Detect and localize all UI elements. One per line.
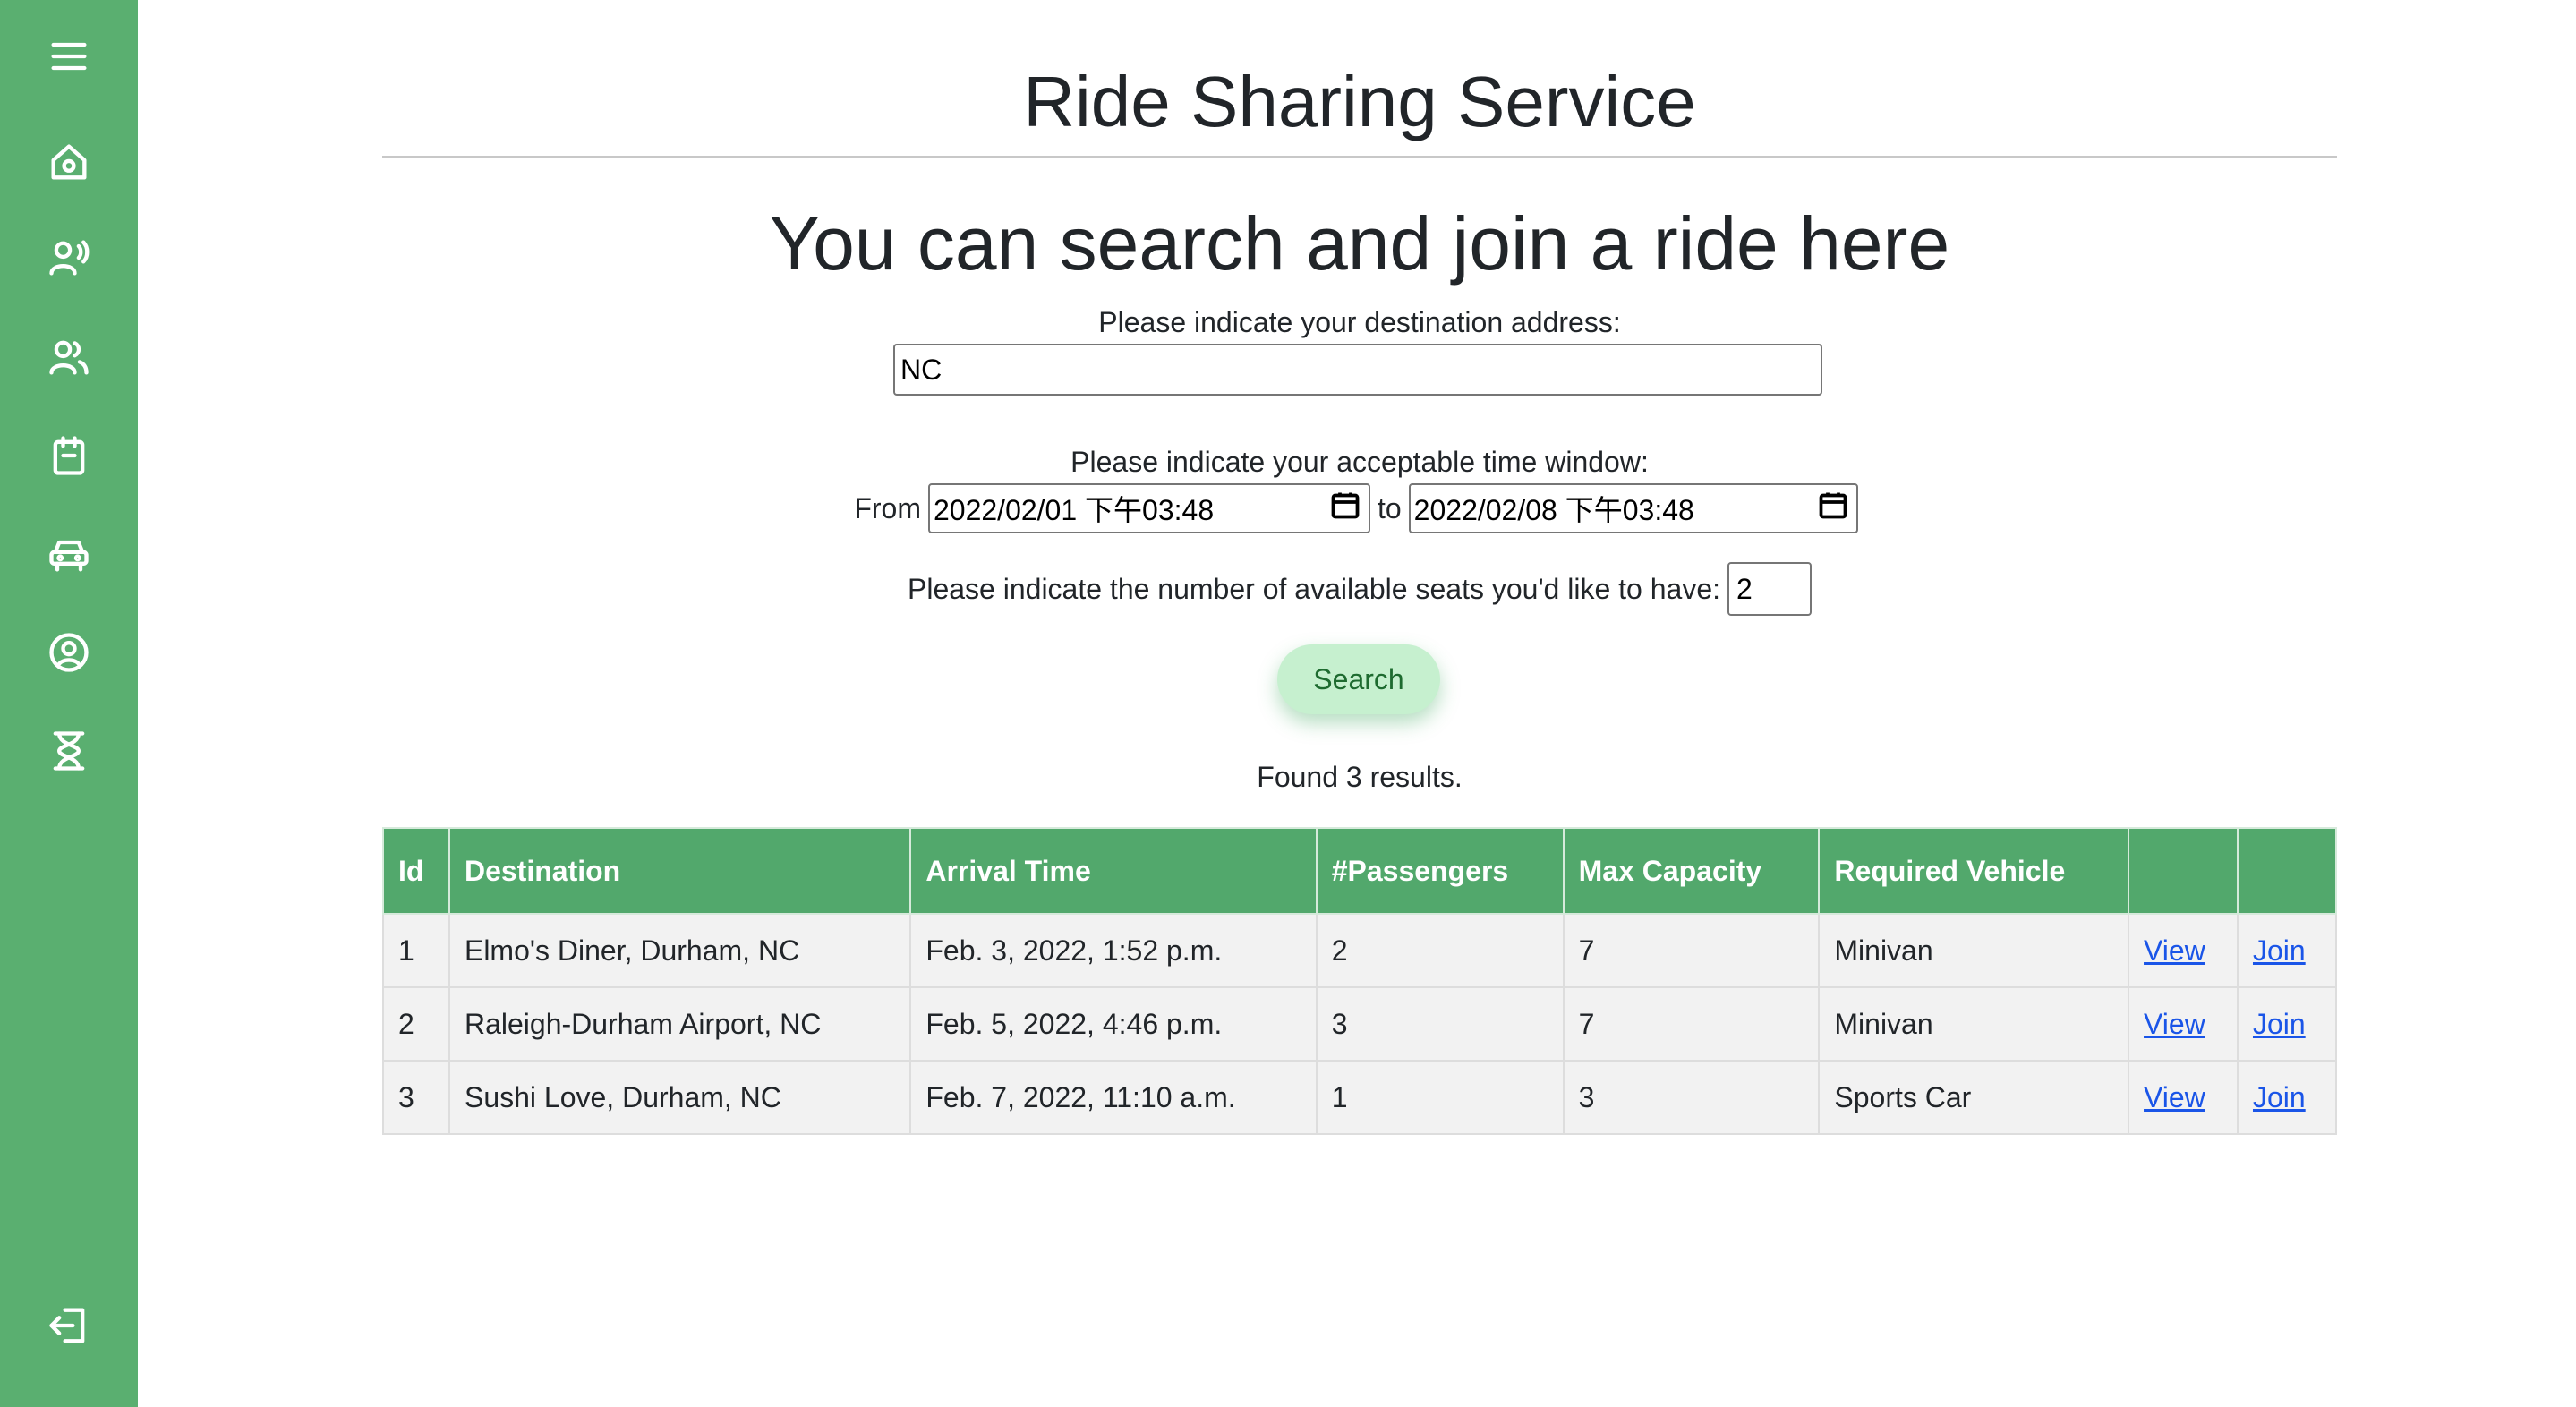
results-summary: Found 3 results. [1257, 761, 1463, 793]
cell-id: 2 [382, 986, 450, 1062]
to-label: to [1377, 491, 1402, 524]
cell-view: View [2128, 986, 2239, 1062]
calendar-icon[interactable] [1329, 489, 1361, 528]
column-header-join [2236, 827, 2338, 915]
table-row: 3 Sushi Love, Durham, NC Feb. 7, 2022, 1… [382, 1060, 2338, 1135]
cell-join: Join [2236, 1060, 2338, 1135]
broadcast-user-icon[interactable] [39, 228, 98, 287]
time-window-label: Please indicate your acceptable time win… [1070, 446, 1649, 478]
table-row: 2 Raleigh-Durham Airport, NC Feb. 5, 202… [382, 986, 2338, 1062]
sidebar [0, 0, 138, 1407]
column-header-destination: Destination [448, 827, 912, 915]
page-title: Ride Sharing Service [1023, 62, 1696, 141]
cell-required-vehicle: Sports Car [1818, 1060, 2130, 1135]
cell-passengers: 2 [1315, 913, 1565, 988]
users-icon[interactable] [39, 328, 98, 387]
view-link[interactable]: View [2144, 1081, 2205, 1113]
results-table: Id Destination Arrival Time #Passengers … [382, 827, 2338, 1135]
search-button[interactable]: Search [1277, 644, 1440, 714]
hourglass-icon[interactable] [39, 721, 98, 780]
column-header-required-vehicle: Required Vehicle [1818, 827, 2130, 915]
menu-icon[interactable] [39, 27, 98, 86]
section-heading: You can search and join a ride here [769, 201, 1950, 286]
cell-arrival-time: Feb. 5, 2022, 4:46 p.m. [909, 986, 1318, 1062]
destination-label: Please indicate your destination address… [1098, 306, 1621, 338]
column-header-view [2128, 827, 2239, 915]
column-header-passengers: #Passengers [1315, 827, 1565, 915]
cell-join: Join [2236, 986, 2338, 1062]
cell-join: Join [2236, 913, 2338, 988]
view-link[interactable]: View [2144, 934, 2205, 967]
cell-max-capacity: 3 [1562, 1060, 1821, 1135]
cell-passengers: 1 [1315, 1060, 1565, 1135]
main-content: Ride Sharing Service You can search and … [382, 0, 2338, 1135]
cell-destination: Elmo's Diner, Durham, NC [448, 913, 912, 988]
from-datetime-input[interactable]: 2022/02/01 下午03:48 [927, 483, 1370, 533]
column-header-arrival-time: Arrival Time [909, 827, 1318, 915]
cell-passengers: 3 [1315, 986, 1565, 1062]
car-icon[interactable] [39, 524, 98, 584]
destination-input[interactable] [893, 344, 1822, 396]
cell-view: View [2128, 1060, 2239, 1135]
join-link[interactable]: Join [2253, 934, 2306, 967]
cell-view: View [2128, 913, 2239, 988]
calendar-icon[interactable] [1817, 489, 1849, 528]
cell-required-vehicle: Minivan [1818, 986, 2130, 1062]
view-link[interactable]: View [2144, 1008, 2205, 1040]
cell-max-capacity: 7 [1562, 986, 1821, 1062]
table-header-row: Id Destination Arrival Time #Passengers … [382, 827, 2338, 915]
join-link[interactable]: Join [2253, 1008, 2306, 1040]
cell-destination: Sushi Love, Durham, NC [448, 1060, 912, 1135]
from-label: From [854, 491, 921, 524]
home-icon[interactable] [39, 132, 98, 192]
column-header-max-capacity: Max Capacity [1562, 827, 1821, 915]
cell-max-capacity: 7 [1562, 913, 1821, 988]
column-header-id: Id [382, 827, 450, 915]
cell-id: 1 [382, 913, 450, 988]
cell-id: 3 [382, 1060, 450, 1135]
to-datetime-value: 2022/02/08 下午03:48 [1413, 494, 1694, 526]
cell-required-vehicle: Minivan [1818, 913, 2130, 988]
title-divider [382, 156, 2337, 158]
app-root: Ride Sharing Service You can search and … [0, 0, 2576, 1407]
to-datetime-input[interactable]: 2022/02/08 下午03:48 [1408, 483, 1858, 533]
cell-destination: Raleigh-Durham Airport, NC [448, 986, 912, 1062]
from-datetime-value: 2022/02/01 下午03:48 [933, 494, 1215, 526]
time-window-row: From 2022/02/01 下午03:48 to 2022/02/08 下午… [382, 483, 2337, 533]
join-link[interactable]: Join [2253, 1081, 2306, 1113]
logout-icon[interactable] [39, 1296, 98, 1355]
cell-arrival-time: Feb. 7, 2022, 11:10 a.m. [909, 1060, 1318, 1135]
table-row: 1 Elmo's Diner, Durham, NC Feb. 3, 2022,… [382, 913, 2338, 988]
cell-arrival-time: Feb. 3, 2022, 1:52 p.m. [909, 913, 1318, 988]
clipboard-icon[interactable] [39, 426, 98, 485]
seats-row: Please indicate the number of available … [382, 562, 2337, 616]
user-circle-icon[interactable] [39, 623, 98, 682]
seats-label: Please indicate the number of available … [908, 572, 1720, 605]
seats-input[interactable] [1727, 562, 1812, 616]
